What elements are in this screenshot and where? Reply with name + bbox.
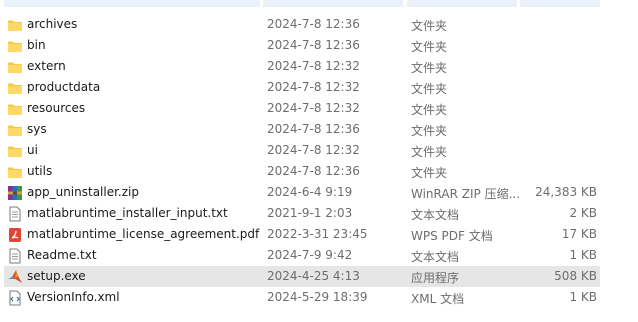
file-row-license-pdf[interactable]: matlabruntime_license_agreement.pdf 2022… xyxy=(4,224,600,245)
file-date: 2021-9-1 2:03 xyxy=(267,206,353,220)
folder-icon xyxy=(7,17,23,33)
file-size: 1 KB xyxy=(569,290,597,304)
file-type: 文件夹 xyxy=(411,40,448,54)
text-file-icon xyxy=(7,206,23,222)
file-date: 2024-7-8 12:32 xyxy=(267,143,360,157)
file-name: matlabruntime_installer_input.txt xyxy=(27,206,228,220)
winrar-archive-icon xyxy=(7,185,23,201)
file-type: 文本文档 xyxy=(411,208,460,222)
folder-icon xyxy=(7,143,23,159)
file-type: 文件夹 xyxy=(411,166,448,180)
file-type: 文件夹 xyxy=(411,19,448,33)
file-date: 2024-7-8 12:36 xyxy=(267,122,360,136)
file-name: bin xyxy=(27,38,46,52)
file-row-versioninfo-xml[interactable]: VersionInfo.xml 2024-5-29 18:39 XML 文档 1… xyxy=(4,287,600,308)
file-size: 1 KB xyxy=(569,248,597,262)
file-type: 文件夹 xyxy=(411,103,448,117)
file-size: 2 KB xyxy=(569,206,597,220)
file-row-setup-exe[interactable]: setup.exe 2024-4-25 4:13 应用程序 508 KB xyxy=(4,266,600,287)
file-type: WinRAR ZIP 压缩... xyxy=(411,187,521,201)
file-row-bin[interactable]: bin 2024-7-8 12:36 文件夹 xyxy=(4,35,600,56)
file-type: 文件夹 xyxy=(411,145,448,159)
file-date: 2024-7-8 12:32 xyxy=(267,101,360,115)
file-type: 应用程序 xyxy=(411,271,460,285)
file-date: 2022-3-31 23:45 xyxy=(267,227,368,241)
file-list: archives 2024-7-8 12:36 文件夹 bin 2024-7-8… xyxy=(0,0,638,322)
folder-icon xyxy=(7,101,23,117)
file-row-ui[interactable]: ui 2024-7-8 12:32 文件夹 xyxy=(4,140,600,161)
file-type: 文件夹 xyxy=(411,124,448,138)
file-date: 2024-7-8 12:36 xyxy=(267,38,360,52)
file-name: VersionInfo.xml xyxy=(27,290,120,304)
folder-icon xyxy=(7,164,23,180)
folder-icon xyxy=(7,122,23,138)
file-date: 2024-7-8 12:32 xyxy=(267,59,360,73)
xml-file-icon xyxy=(7,290,23,306)
file-date: 2024-5-29 18:39 xyxy=(267,290,368,304)
pdf-file-icon xyxy=(7,227,23,243)
file-row-extern[interactable]: extern 2024-7-8 12:32 文件夹 xyxy=(4,56,600,77)
file-date: 2024-7-9 9:42 xyxy=(267,248,353,262)
file-type: 文本文档 xyxy=(411,250,460,264)
file-name: sys xyxy=(27,122,47,136)
folder-icon xyxy=(7,59,23,75)
file-date: 2024-7-8 12:36 xyxy=(267,164,360,178)
file-date: 2024-6-4 9:19 xyxy=(267,185,353,199)
text-file-icon xyxy=(7,248,23,264)
file-size: 508 KB xyxy=(554,269,597,283)
matlab-setup-icon xyxy=(7,269,23,285)
file-type: XML 文档 xyxy=(411,292,465,306)
file-row-resources[interactable]: resources 2024-7-8 12:32 文件夹 xyxy=(4,98,600,119)
file-type: 文件夹 xyxy=(411,82,448,96)
file-name: productdata xyxy=(27,80,101,94)
file-name: ui xyxy=(27,143,38,157)
file-name: Readme.txt xyxy=(27,248,97,262)
file-name: setup.exe xyxy=(27,269,86,283)
file-name: extern xyxy=(27,59,66,73)
file-type: WPS PDF 文档 xyxy=(411,229,493,243)
column-header-remnant xyxy=(0,0,600,7)
file-name: utils xyxy=(27,164,53,178)
folder-icon xyxy=(7,38,23,54)
file-size: 24,383 KB xyxy=(535,185,597,199)
file-row-archives[interactable]: archives 2024-7-8 12:36 文件夹 xyxy=(4,14,600,35)
file-row-productdata[interactable]: productdata 2024-7-8 12:32 文件夹 xyxy=(4,77,600,98)
file-name: matlabruntime_license_agreement.pdf xyxy=(27,227,260,241)
file-row-sys[interactable]: sys 2024-7-8 12:36 文件夹 xyxy=(4,119,600,140)
file-name: archives xyxy=(27,17,78,31)
file-type: 文件夹 xyxy=(411,61,448,75)
file-row-installer-input-txt[interactable]: matlabruntime_installer_input.txt 2021-9… xyxy=(4,203,600,224)
file-name: resources xyxy=(27,101,86,115)
file-size: 17 KB xyxy=(561,227,597,241)
file-date: 2024-4-25 4:13 xyxy=(267,269,360,283)
file-row-readme-txt[interactable]: Readme.txt 2024-7-9 9:42 文本文档 1 KB xyxy=(4,245,600,266)
file-row-utils[interactable]: utils 2024-7-8 12:36 文件夹 xyxy=(4,161,600,182)
file-name: app_uninstaller.zip xyxy=(27,185,139,199)
file-row-app-uninstaller-zip[interactable]: app_uninstaller.zip 2024-6-4 9:19 WinRAR… xyxy=(4,182,600,203)
file-date: 2024-7-8 12:32 xyxy=(267,80,360,94)
file-date: 2024-7-8 12:36 xyxy=(267,17,360,31)
folder-icon xyxy=(7,80,23,96)
